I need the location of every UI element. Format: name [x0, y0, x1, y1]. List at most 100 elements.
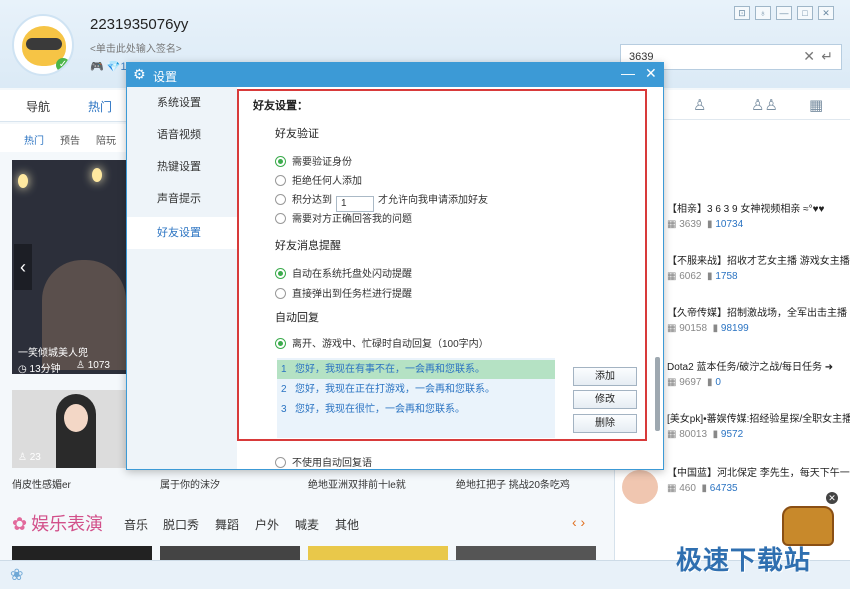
- close-button[interactable]: ✕: [818, 6, 834, 20]
- delete-reply-button[interactable]: 删除: [573, 414, 637, 433]
- channel-item[interactable]: 【中国蓝】河北保定 李先生，每天下午一 ▦ 460 ▮ 64735: [667, 464, 850, 494]
- thumbnail[interactable]: [12, 546, 152, 560]
- option-label: 积分达到: [292, 195, 332, 206]
- radio-button[interactable]: [275, 194, 286, 205]
- thumbnail[interactable]: [308, 546, 448, 560]
- channel-count: 10734: [715, 219, 744, 230]
- stream-caption[interactable]: 绝地亚洲双排前十le就: [308, 476, 406, 491]
- section-tab-talkshow[interactable]: 脱口秀: [163, 516, 199, 533]
- section-tab-mc[interactable]: 喊麦: [295, 516, 319, 533]
- radio-no-auto-reply[interactable]: 不使用自动回复语: [275, 454, 372, 469]
- grid-icon[interactable]: ▦: [809, 96, 823, 114]
- dialog-title: 设置: [153, 70, 178, 84]
- section-arrows[interactable]: ‹ ›: [572, 514, 585, 530]
- skin-button[interactable]: ⊡: [734, 6, 750, 20]
- list-item[interactable]: 1 您好，我现在有事不在，一会再和您联系。: [277, 360, 555, 379]
- viewer-count: 1073: [87, 360, 110, 371]
- section-title-text: 娱乐表演: [31, 514, 104, 534]
- list-item[interactable]: 3 您好，我现在很忙，一会再和您联系。: [277, 400, 555, 419]
- option-label: 自动在系统托盘处闪动提醒: [292, 269, 412, 280]
- section-tab-other[interactable]: 其他: [335, 516, 359, 533]
- channel-item[interactable]: 【相亲】3 6 3 9 女神视频相亲 ≈°♥♥ ▦ 3639 ▮ 10734: [667, 200, 850, 230]
- verify-heading: 好友验证: [275, 128, 319, 140]
- section-tab-dance[interactable]: 舞蹈: [215, 516, 239, 533]
- option-label: 需要对方正确回答我的问题: [292, 214, 412, 225]
- channel-item[interactable]: [美女pk]•蕃娱传媒:招经验星探/全职女主播 ▦ 80013 ▮ 9572: [667, 410, 850, 440]
- subtab-companion[interactable]: 陪玩: [96, 132, 116, 147]
- option-label: 直接弹出到任务栏进行提醒: [292, 289, 412, 300]
- thumbnail[interactable]: [456, 546, 596, 560]
- radio-tray-flash[interactable]: 自动在系统托盘处闪动提醒: [275, 265, 412, 280]
- mascot-icon[interactable]: ❀: [10, 565, 23, 585]
- yy-client-window: ✓ 2231935076yy <单击此处输入签名> 🎮 💎1 ⊡ ♁ — □ ✕…: [0, 0, 850, 589]
- close-icon[interactable]: ✕: [826, 492, 838, 504]
- username: 2231935076yy: [90, 16, 189, 33]
- list-item[interactable]: 2 您好，我现在正在打游戏，一会再和您联系。: [277, 380, 555, 399]
- minimize-button[interactable]: —: [776, 6, 792, 20]
- subtab-hot[interactable]: 热门: [24, 132, 44, 147]
- stream-caption[interactable]: 俏皮性感媚er: [12, 476, 71, 491]
- radio-question[interactable]: 需要对方正确回答我的问题: [275, 210, 412, 225]
- radio-button[interactable]: [275, 457, 286, 468]
- thumbnail[interactable]: [160, 546, 300, 560]
- bulb-icon: [92, 168, 102, 182]
- enter-icon[interactable]: ↵: [821, 48, 833, 65]
- stream-tile[interactable]: ♙ 23: [12, 390, 126, 468]
- edit-reply-button[interactable]: 修改: [573, 390, 637, 409]
- add-reply-button[interactable]: 添加: [573, 367, 637, 386]
- section-tab-music[interactable]: 音乐: [124, 516, 148, 533]
- sidebar-item-sound[interactable]: 声音提示: [127, 183, 237, 215]
- sidebar-item-system[interactable]: 系统设置: [127, 87, 237, 119]
- radio-button[interactable]: [275, 268, 286, 279]
- carousel-prev-button[interactable]: ‹: [14, 244, 32, 290]
- sidebar-item-friends[interactable]: 好友设置: [127, 217, 237, 249]
- tile-viewers: ♙ 1073: [76, 360, 110, 371]
- radio-score[interactable]: 积分达到 1 才允许向我申请添加好友: [275, 191, 488, 212]
- option-label: 离开、游戏中、忙碌时自动回复（100字内）: [292, 339, 489, 350]
- clear-search-icon[interactable]: ✕: [803, 48, 815, 65]
- channel-avatar[interactable]: [622, 470, 658, 504]
- row-number: 3: [281, 404, 287, 415]
- dialog-close-button[interactable]: ✕: [645, 65, 657, 82]
- radio-reject-all[interactable]: 拒绝任何人添加: [275, 172, 362, 187]
- radio-taskbar-popup[interactable]: 直接弹出到任务栏进行提醒: [275, 285, 412, 300]
- option-label: 不使用自动回复语: [292, 458, 372, 469]
- tile-duration: ◷ 13分钟: [18, 364, 61, 374]
- section-tab-outdoor[interactable]: 户外: [255, 516, 279, 533]
- radio-button[interactable]: [275, 338, 286, 349]
- radio-button[interactable]: [275, 288, 286, 299]
- channel-title: 【久帝传媒】招制激战场，全军出击主播: [667, 308, 847, 319]
- avatar[interactable]: ✓: [12, 14, 74, 76]
- tab-hot[interactable]: 热门: [88, 98, 112, 115]
- radio-button[interactable]: [275, 213, 286, 224]
- channel-item[interactable]: 【不服来战】招收才艺女主播 游戏女主播 ▦ 6062 ▮ 1758: [667, 252, 850, 282]
- channel-id: 6062: [679, 271, 702, 282]
- status-icons[interactable]: 🎮 💎1: [90, 60, 127, 73]
- dialog-titlebar[interactable]: ⚙ 设置 — ✕: [127, 63, 663, 87]
- channel-count: 1758: [715, 271, 738, 282]
- stream-caption[interactable]: 绝地扛把子 挑战20条吃鸡: [456, 476, 570, 491]
- subtab-preview[interactable]: 预告: [60, 132, 80, 147]
- section-title: ✿ 娱乐表演: [12, 510, 103, 536]
- auto-reply-list[interactable]: 1 您好，我现在有事不在，一会再和您联系。 2 您好，我现在正在打游戏，一会再和您联…: [277, 358, 555, 438]
- sidebar-item-hotkeys[interactable]: 热键设置: [127, 151, 237, 183]
- channel-item[interactable]: Dota2 蓝本任务/破泞之战/每日任务 ➜ ▦ 9697 ▮ 0: [667, 358, 850, 388]
- stream-caption[interactable]: 属于你的沫汐: [160, 476, 220, 491]
- sidebar-item-voice-video[interactable]: 语音视频: [127, 119, 237, 151]
- signature-field[interactable]: <单击此处输入签名>: [90, 40, 182, 55]
- maximize-button[interactable]: □: [797, 6, 813, 20]
- channel-item[interactable]: 【久帝传媒】招制激战场，全军出击主播 ▦ 90158 ▮ 98199: [667, 304, 850, 334]
- channel-id: 80013: [679, 429, 708, 440]
- dialog-minimize-button[interactable]: —: [621, 65, 635, 81]
- dialog-scrollbar[interactable]: [655, 357, 660, 431]
- radio-button[interactable]: [275, 156, 286, 167]
- radio-button[interactable]: [275, 175, 286, 186]
- tools-button[interactable]: ♁: [755, 6, 771, 20]
- notify-heading: 好友消息提醒: [275, 240, 341, 252]
- radio-auto-reply[interactable]: 离开、游戏中、忙碌时自动回复（100字内）: [275, 335, 489, 350]
- group-icon[interactable]: ♙♙: [751, 96, 778, 114]
- channel-count: 9572: [720, 429, 744, 440]
- radio-verify-identity[interactable]: 需要验证身份: [275, 153, 352, 168]
- person-icon[interactable]: ♙: [693, 96, 706, 114]
- tab-navigation[interactable]: 导航: [26, 98, 50, 115]
